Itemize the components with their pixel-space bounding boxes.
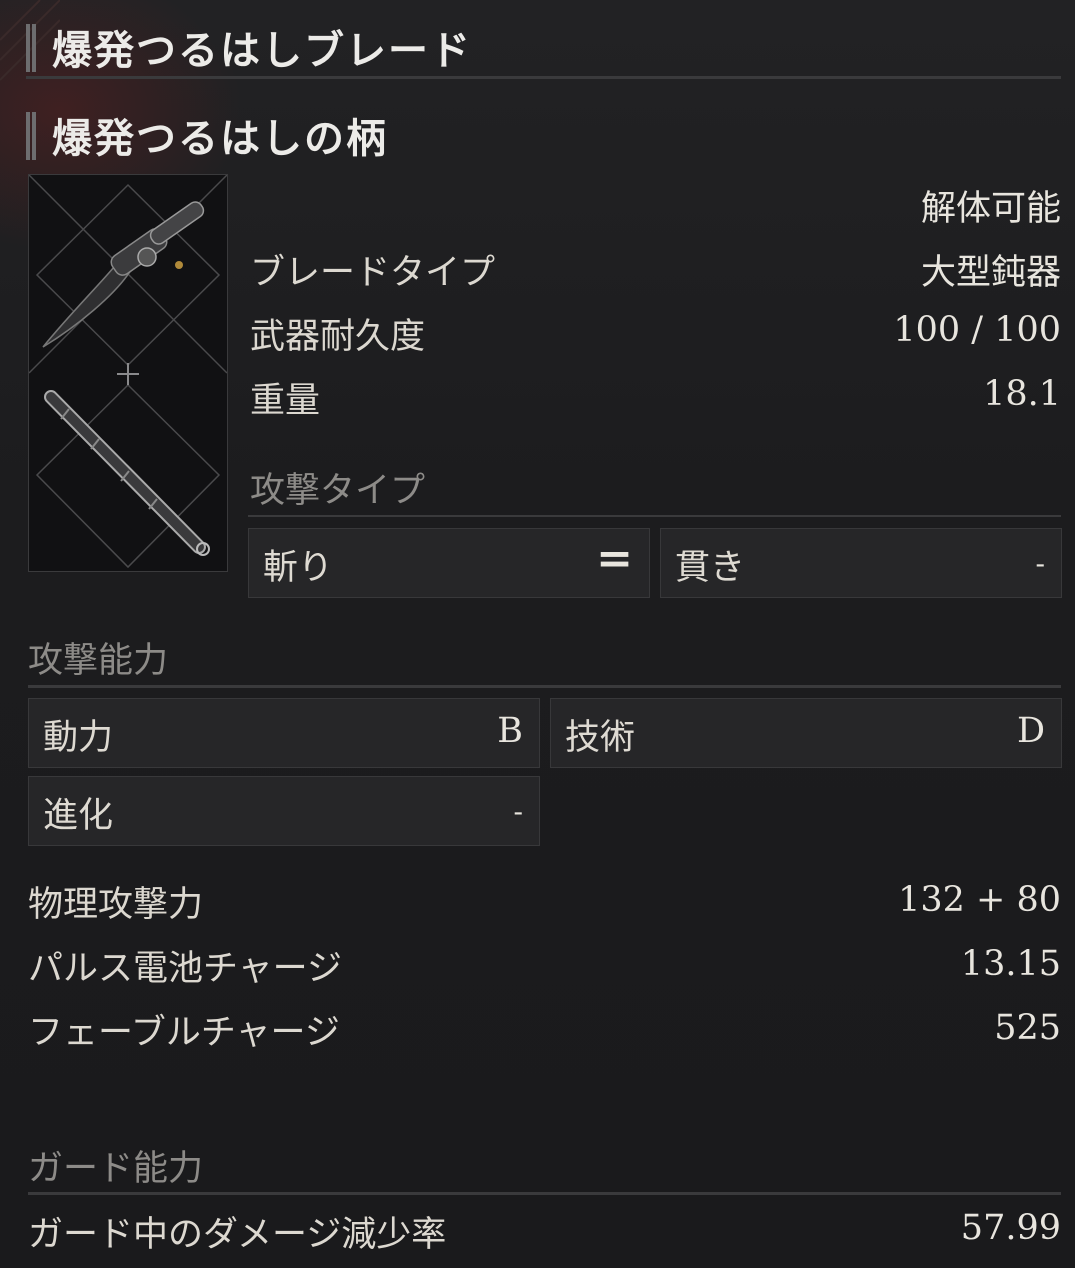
advance-grade: - — [513, 795, 523, 828]
attack-ability-title: 攻撃能力 — [28, 641, 169, 681]
power-label: 動力 — [43, 718, 114, 758]
weapon-name-header: 爆発つるはしブレード — [26, 14, 1061, 79]
technique-label: 技術 — [565, 718, 636, 758]
weight-value: 18.1 — [983, 374, 1061, 414]
attack-type-slash: 斬り = — [248, 528, 650, 598]
physical-attack-value: 132 + 80 — [898, 880, 1061, 920]
guard-reduction-value: 57.99 — [960, 1208, 1061, 1248]
header-marker — [26, 24, 36, 72]
attack-type-divider — [248, 515, 1061, 517]
durability-label: 武器耐久度 — [250, 317, 426, 357]
stat-technique: 技術 D — [550, 698, 1062, 768]
advance-label: 進化 — [43, 796, 114, 836]
guard-reduction-label: ガード中のダメージ減少率 — [28, 1215, 447, 1255]
part-name: 爆発つるはしの柄 — [52, 116, 388, 162]
weapon-parts-illustration — [29, 175, 227, 569]
part-name-header: 爆発つるはしの柄 — [26, 102, 1061, 162]
durability-value: 100 / 100 — [893, 310, 1061, 350]
fable-charge-value: 525 — [994, 1008, 1061, 1048]
guard-ability-divider — [28, 1192, 1061, 1195]
blade-type-label: ブレードタイプ — [250, 253, 496, 293]
pulse-charge-label: パルス電池チャージ — [28, 949, 342, 989]
header-marker — [26, 112, 36, 160]
slash-value: = — [596, 533, 633, 584]
disassemble-status: 解体可能 — [920, 189, 1061, 229]
stat-power: 動力 B — [28, 698, 540, 768]
pulse-charge-value: 13.15 — [960, 944, 1061, 984]
attack-type-label: 攻撃タイプ — [250, 471, 426, 511]
weight-label: 重量 — [250, 381, 321, 421]
physical-attack-label: 物理攻撃力 — [28, 885, 204, 925]
technique-grade: D — [1016, 711, 1045, 751]
stat-advance: 進化 - — [28, 776, 540, 846]
attack-type-pierce: 貫き - — [660, 528, 1062, 598]
weapon-image-panel — [28, 174, 228, 572]
guard-ability-title: ガード能力 — [28, 1149, 204, 1189]
power-grade: B — [497, 711, 523, 751]
attack-ability-divider — [28, 685, 1061, 688]
weapon-name: 爆発つるはしブレード — [52, 28, 472, 74]
pierce-value: - — [1035, 547, 1045, 580]
pierce-label: 貫き — [675, 548, 746, 588]
blade-type-value: 大型鈍器 — [920, 253, 1061, 293]
handle-icon — [44, 390, 210, 556]
slash-label: 斬り — [263, 548, 334, 588]
fable-charge-label: フェーブルチャージ — [28, 1013, 340, 1053]
pick-head-icon — [42, 201, 205, 348]
